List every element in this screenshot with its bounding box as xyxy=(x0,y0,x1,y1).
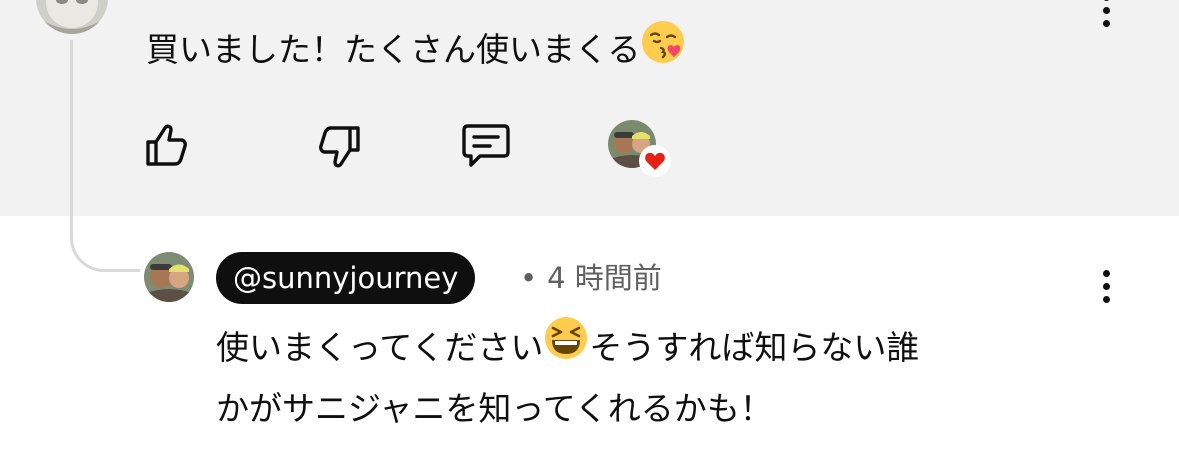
heart-icon xyxy=(638,144,672,178)
thread-connector xyxy=(70,40,140,272)
reply-timestamp: 4 時間前 xyxy=(547,261,662,295)
reply-options-button[interactable] xyxy=(1096,270,1116,303)
comment-text-content: 買いました！たくさん使いまくる xyxy=(146,30,641,69)
meta-separator: • xyxy=(520,261,538,295)
reply-text-line-1: 使いまくってください そうすれば知らない誰 xyxy=(216,315,1076,381)
thumbs-down-icon xyxy=(319,126,360,168)
reply-meta: • 4 時間前 xyxy=(520,258,662,298)
creator-heart-badge xyxy=(608,120,674,178)
grinning-squinting-face-emoji xyxy=(543,315,589,378)
like-button[interactable] xyxy=(140,118,196,174)
reply-text: 使いまくってください そうすれば知らない誰 かがサニジャニを知ってくれるかも！ xyxy=(216,315,1076,437)
reply-author-avatar[interactable] xyxy=(144,252,194,302)
reply-text-segment: 使いまくってください xyxy=(216,328,544,367)
reply-author-name[interactable]: @sunnyjourney xyxy=(216,252,476,304)
comment-options-button[interactable] xyxy=(1096,0,1116,27)
comment-text: 買いました！たくさん使いまくる xyxy=(146,19,686,81)
reply-button[interactable] xyxy=(458,118,514,174)
thumbs-up-icon xyxy=(146,124,187,166)
dislike-button[interactable] xyxy=(310,118,366,174)
face-blowing-kiss-emoji xyxy=(640,19,686,78)
comment-icon xyxy=(462,124,510,167)
reply-text-line-2: かがサニジャニを知ってくれるかも！ xyxy=(216,389,773,428)
reply-text-segment: そうすれば知らない誰 xyxy=(589,328,920,367)
